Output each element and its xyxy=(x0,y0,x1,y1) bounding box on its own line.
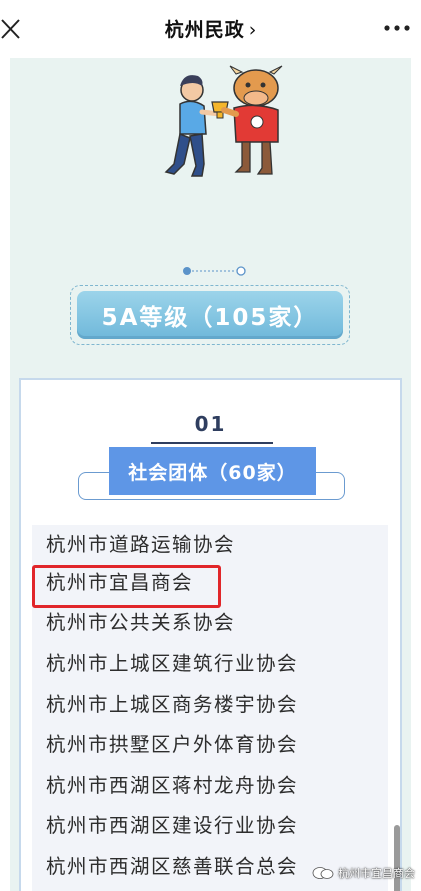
wechat-watermark-icon xyxy=(312,867,334,879)
watermark-text: 杭州市宜昌商会 xyxy=(338,867,415,880)
level-banner: 5A等级（105家） xyxy=(77,291,343,339)
level-title: 5A等级（105家） xyxy=(101,305,319,331)
highlight-annotation-box xyxy=(32,565,221,608)
watermark: 杭州市宜昌商会 xyxy=(312,862,420,884)
category-title: 社会团体（60家） xyxy=(128,461,297,484)
section-number: 01 xyxy=(194,412,227,436)
mascot-illustration xyxy=(164,65,283,177)
category-banner: 社会团体（60家） xyxy=(109,447,316,495)
chevron-right-icon: › xyxy=(248,19,257,41)
list-item: 杭州市西湖区蒋村龙舟协会 xyxy=(46,773,299,797)
more-icon[interactable] xyxy=(383,23,411,33)
top-navbar: 杭州民政 › xyxy=(0,0,421,58)
section-divider xyxy=(151,442,273,444)
section-card: 01 社会团体（60家） 杭州市道路运输协会 杭州市宜昌商会 杭州市公共关系协会… xyxy=(19,378,402,891)
list-item: 杭州市上城区商务楼宇协会 xyxy=(46,692,299,716)
level-frame: 5A等级（105家） xyxy=(70,285,350,345)
nav-title-link[interactable]: 杭州民政 › xyxy=(0,15,421,42)
list-item: 杭州市西湖区建设行业协会 xyxy=(46,814,299,838)
list-item: 杭州市上城区建筑行业协会 xyxy=(46,651,299,675)
account-name[interactable]: 杭州民政 xyxy=(165,19,245,41)
list-item: 杭州市道路运输协会 xyxy=(46,533,236,556)
article-body: 5A等级（105家） 01 社会团体（60家） 杭州市道路运输协会 杭州市宜昌商… xyxy=(10,58,411,891)
progress-stepper xyxy=(183,266,246,276)
list-item: 杭州市拱墅区户外体育协会 xyxy=(46,733,299,757)
